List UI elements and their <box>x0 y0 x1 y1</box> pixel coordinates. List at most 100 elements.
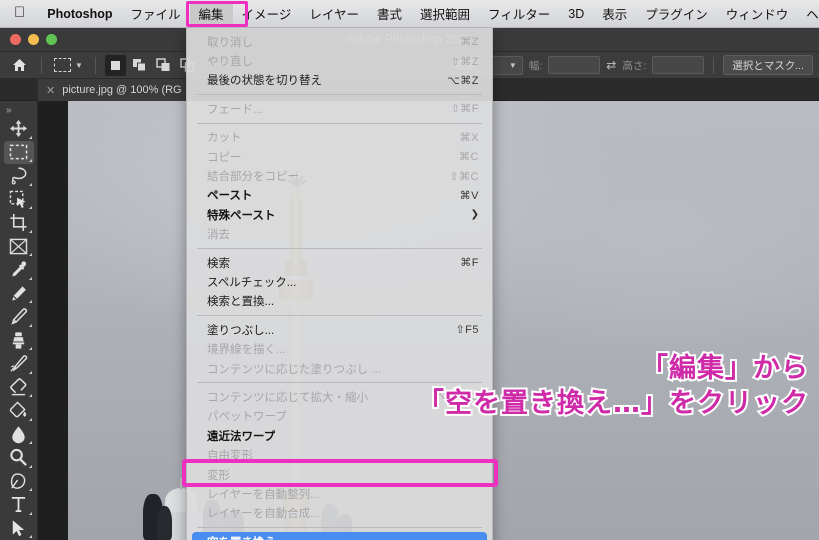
menu-item-sky-replacement[interactable]: 空を置き換え... <box>192 531 487 540</box>
dodge-tool[interactable] <box>4 446 34 470</box>
tools-panel: » <box>0 101 38 540</box>
menu-item-cut[interactable]: カット ⌘X <box>187 128 492 147</box>
menu-item-shortcut: ⇧F5 <box>455 324 479 337</box>
menu-item-copy-merged[interactable]: 結合部分をコピー ⇧⌘C <box>187 166 492 185</box>
blur-tool[interactable] <box>4 423 34 447</box>
menu-item-photoshop[interactable]: Photoshop <box>38 4 121 24</box>
eyedropper-tool[interactable] <box>4 258 34 282</box>
menu-item-auto-blend-layers[interactable]: レイヤーを自動合成... <box>187 504 492 523</box>
chevron-down-icon: ▼ <box>508 60 517 70</box>
annotation-line-1: 「編集」から <box>639 351 810 386</box>
menu-item-label: スペルチェック... <box>207 276 297 289</box>
menu-item-toggle-last-state[interactable]: 最後の状態を切り替え ⌥⌘Z <box>187 71 492 90</box>
type-tool[interactable] <box>4 493 34 517</box>
menu-item-edit[interactable]: 編集 <box>189 1 233 26</box>
menu-item-filter[interactable]: フィルター <box>479 1 559 26</box>
menu-item-fade[interactable]: フェード... ⇧⌘F <box>187 99 492 118</box>
brush-tool[interactable] <box>4 305 34 329</box>
menu-item-view[interactable]: 表示 <box>593 1 636 26</box>
menu-item-shortcut: ⌘X <box>459 131 479 144</box>
menu-item-layer[interactable]: レイヤー <box>300 1 368 26</box>
apple-logo-icon[interactable]:  <box>0 5 38 20</box>
tool-more-indicator <box>28 511 32 515</box>
menu-item-shortcut: ⇧⌘F <box>450 103 479 116</box>
tool-more-indicator <box>28 464 32 468</box>
menu-item-label: カット <box>207 132 242 145</box>
menu-item-label: 空を置き換え... <box>207 534 286 540</box>
expand-tools-panel-button[interactable]: » <box>0 103 37 117</box>
menu-item-find-and-replace[interactable]: 検索と置換... <box>187 292 492 311</box>
menu-item-paste[interactable]: ペースト ⌘V <box>187 186 492 205</box>
move-tool[interactable] <box>4 117 34 141</box>
menu-item-search[interactable]: 検索 ⌘F <box>187 253 492 272</box>
height-label: 高さ: <box>622 59 647 72</box>
pen-tool[interactable] <box>4 470 34 494</box>
tool-more-indicator <box>28 253 32 257</box>
menu-item-label: レイヤーを自動合成... <box>207 508 320 521</box>
tool-more-indicator <box>28 159 32 163</box>
menu-item-label: 取り消し <box>207 36 253 49</box>
mac-menu-bar:  Photoshop ファイル 編集 イメージ レイヤー 書式 選択範囲 フィ… <box>0 0 819 28</box>
menu-item-clear[interactable]: 消去 <box>187 225 492 244</box>
edit-dropdown-menu[interactable]: 取り消し ⌘Z やり直し ⇧⌘Z 最後の状態を切り替え ⌥⌘Z フェード... … <box>186 28 493 540</box>
history-brush-tool[interactable] <box>4 352 34 376</box>
menu-item-file[interactable]: ファイル <box>122 1 190 26</box>
clone-stamp-tool[interactable] <box>4 329 34 353</box>
menu-item-free-transform[interactable]: 自由変形 <box>187 445 492 464</box>
swap-width-height-icon[interactable]: ⇄ <box>606 58 616 72</box>
frame-tool[interactable] <box>4 235 34 259</box>
menu-item-help[interactable]: ヘルプ <box>797 1 819 26</box>
menu-item-shortcut: ⇧⌘Z <box>450 55 479 68</box>
divider <box>41 56 42 74</box>
add-to-selection-button[interactable] <box>129 55 150 76</box>
menu-item-check-spelling[interactable]: スペルチェック... <box>187 272 492 291</box>
tool-more-indicator <box>28 135 32 139</box>
annotation-text: 「編集」から 「空を置き換え…」をクリック <box>415 351 810 421</box>
menu-item-perspective-warp[interactable]: 遠近法ワープ <box>187 426 492 445</box>
menu-item-type[interactable]: 書式 <box>368 1 411 26</box>
lasso-tool[interactable] <box>4 164 34 188</box>
width-input[interactable] <box>548 56 601 74</box>
menu-item-undo[interactable]: 取り消し ⌘Z <box>187 32 492 51</box>
menu-item-copy[interactable]: コピー ⌘C <box>187 147 492 166</box>
menu-item-3d[interactable]: 3D <box>559 4 593 24</box>
tool-more-indicator <box>28 394 32 398</box>
eraser-tool[interactable] <box>4 376 34 400</box>
menu-item-plugins[interactable]: プラグイン <box>636 1 717 26</box>
tool-more-indicator <box>28 276 32 280</box>
crop-tool[interactable] <box>4 211 34 235</box>
menu-item-select[interactable]: 選択範囲 <box>411 1 479 26</box>
document-tab[interactable]: ✕ picture.jpg @ 100% (RG <box>38 79 192 101</box>
menu-item-label: 消去 <box>207 229 230 242</box>
menu-item-label: 最後の状態を切り替え <box>207 75 322 88</box>
menu-item-transform[interactable]: 変形 <box>187 465 492 484</box>
menu-item-label: やり直し <box>207 56 253 69</box>
menu-item-redo[interactable]: やり直し ⇧⌘Z <box>187 51 492 70</box>
current-tool-picker[interactable]: ▼ <box>51 58 86 72</box>
rectangular-marquee-icon <box>54 58 71 72</box>
chevron-down-icon[interactable]: ▼ <box>75 61 83 70</box>
select-and-mask-button[interactable]: 選択とマスク... <box>723 55 813 75</box>
menu-item-auto-align-layers[interactable]: レイヤーを自動整列... <box>187 484 492 503</box>
quick-selection-tool[interactable] <box>4 188 34 212</box>
spot-healing-brush-tool[interactable] <box>4 282 34 306</box>
width-label: 幅: <box>528 59 543 72</box>
menu-item-paste-special[interactable]: 特殊ペースト ❯ <box>187 205 492 224</box>
menu-item-shortcut: ⌘Z <box>460 36 479 49</box>
close-icon[interactable]: ✕ <box>46 84 55 97</box>
tool-more-indicator <box>28 488 32 492</box>
menu-item-image[interactable]: イメージ <box>233 1 301 26</box>
menu-item-fill[interactable]: 塗りつぶし... ⇧F5 <box>187 320 492 339</box>
new-selection-button[interactable] <box>104 54 126 76</box>
height-input[interactable] <box>652 56 705 74</box>
path-selection-tool[interactable] <box>4 517 34 540</box>
rectangular-marquee-tool[interactable] <box>3 140 34 165</box>
gradient-tool[interactable] <box>4 399 34 423</box>
home-icon[interactable] <box>6 55 32 76</box>
subtract-from-selection-button[interactable] <box>153 55 174 76</box>
menu-item-label: 結合部分をコピー <box>207 171 299 184</box>
tool-more-indicator <box>28 300 32 304</box>
menu-item-window[interactable]: ウィンドウ <box>717 1 798 26</box>
menu-item-label: 特殊ペースト <box>207 209 276 222</box>
menu-item-label: コピー <box>207 151 242 164</box>
